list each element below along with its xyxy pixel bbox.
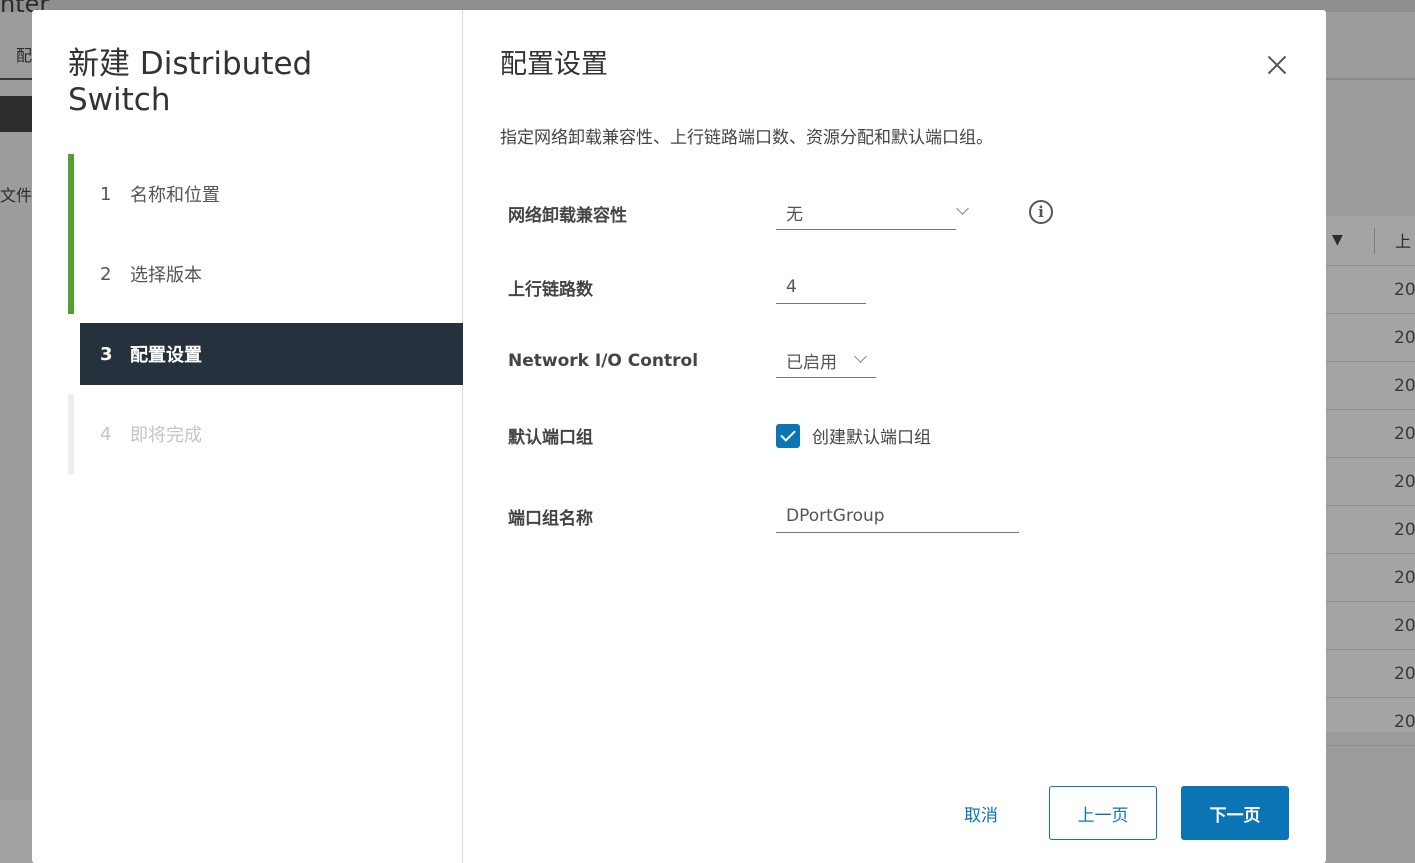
- background-tab: 配: [16, 46, 33, 65]
- step-number: 4: [100, 423, 112, 445]
- wizard-nav: 新建 Distributed Switch 1 名称和位置 2 选择版本 3 配…: [32, 10, 463, 863]
- create-default-portgroup-label[interactable]: 创建默认端口组: [812, 423, 931, 448]
- next-button[interactable]: 下一页: [1181, 786, 1289, 840]
- nioc-row: Network I/O Control 已启用: [508, 344, 876, 378]
- page-description: 指定网络卸载兼容性、上行链路端口数、资源分配和默认端口组。: [500, 128, 993, 148]
- wizard-step-select-version[interactable]: 2 选择版本: [68, 234, 463, 314]
- wizard-step-ready-to-complete: 4 即将完成: [68, 394, 463, 474]
- uplinks-row: 上行链路数 4: [508, 270, 866, 304]
- wizard-dialog: 新建 Distributed Switch 1 名称和位置 2 选择版本 3 配…: [32, 10, 1326, 863]
- close-icon[interactable]: [1264, 52, 1290, 78]
- wizard-steps: 1 名称和位置 2 选择版本 3 配置设置 4 即将完成: [68, 154, 463, 474]
- offload-value: 无: [786, 205, 803, 225]
- step-number: 1: [100, 183, 112, 205]
- wizard-step-configure-settings[interactable]: 3 配置设置: [80, 323, 463, 385]
- wizard-title: 新建 Distributed Switch: [68, 46, 313, 118]
- nioc-label: Network I/O Control: [508, 351, 699, 371]
- background-table-row: 20: [1326, 458, 1415, 506]
- background-table-row: 20: [1326, 650, 1415, 698]
- chevron-down-icon: [854, 350, 867, 363]
- background-column-header: 上: [1374, 228, 1411, 254]
- wizard-footer: 取消 上一页 下一页: [463, 786, 1325, 840]
- default-portgroup-label: 默认端口组: [508, 428, 593, 448]
- background-table-row: 20: [1326, 410, 1415, 458]
- background-table-row: 20: [1326, 266, 1415, 314]
- step-number: 2: [100, 263, 112, 285]
- uplinks-input[interactable]: 4: [776, 270, 866, 304]
- uplinks-label: 上行链路数: [508, 279, 593, 300]
- portgroup-name-label: 端口组名称: [508, 508, 593, 529]
- back-button[interactable]: 上一页: [1049, 786, 1157, 840]
- default-portgroup-row: 默认端口组 创建默认端口组: [508, 423, 931, 448]
- background-footer: [0, 800, 32, 863]
- page-title: 配置设置: [500, 49, 608, 80]
- step-label: 名称和位置: [130, 185, 220, 206]
- background-table-row: 20: [1326, 314, 1415, 362]
- background-table-header: ▼ 上: [1326, 216, 1415, 266]
- background-table-row: 20: [1326, 506, 1415, 554]
- nioc-value: 已启用: [786, 353, 837, 373]
- cancel-button[interactable]: 取消: [951, 786, 1011, 840]
- background-tab-underline: [0, 78, 32, 80]
- nioc-select[interactable]: 已启用: [776, 344, 876, 378]
- offload-row: 网络卸载兼容性 无: [508, 196, 969, 230]
- background-divider: [1326, 78, 1415, 80]
- background-table-row: 20: [1326, 554, 1415, 602]
- step-label: 配置设置: [130, 345, 202, 366]
- portgroup-name-row: 端口组名称 DPortGroup: [508, 499, 1019, 533]
- portgroup-name-input[interactable]: DPortGroup: [776, 499, 1019, 533]
- background-table-row: 20: [1326, 602, 1415, 650]
- background-table-row: 20: [1326, 698, 1415, 746]
- create-default-portgroup-checkbox[interactable]: [776, 423, 800, 448]
- step-label: 选择版本: [130, 265, 202, 286]
- background-left-label: 文件: [0, 186, 33, 205]
- step-number: 3: [100, 343, 113, 365]
- offload-select[interactable]: 无: [776, 196, 969, 230]
- filter-icon: ▼: [1332, 232, 1343, 248]
- step-label: 即将完成: [130, 425, 202, 446]
- info-icon[interactable]: i: [1029, 200, 1053, 224]
- background-table-row: 20: [1326, 362, 1415, 410]
- background-toolbar: [0, 96, 32, 132]
- offload-label: 网络卸载兼容性: [508, 205, 627, 226]
- wizard-content: 配置设置 指定网络卸载兼容性、上行链路端口数、资源分配和默认端口组。 网络卸载兼…: [463, 10, 1326, 863]
- chevron-down-icon: [956, 202, 969, 215]
- wizard-step-name-location[interactable]: 1 名称和位置: [68, 154, 463, 234]
